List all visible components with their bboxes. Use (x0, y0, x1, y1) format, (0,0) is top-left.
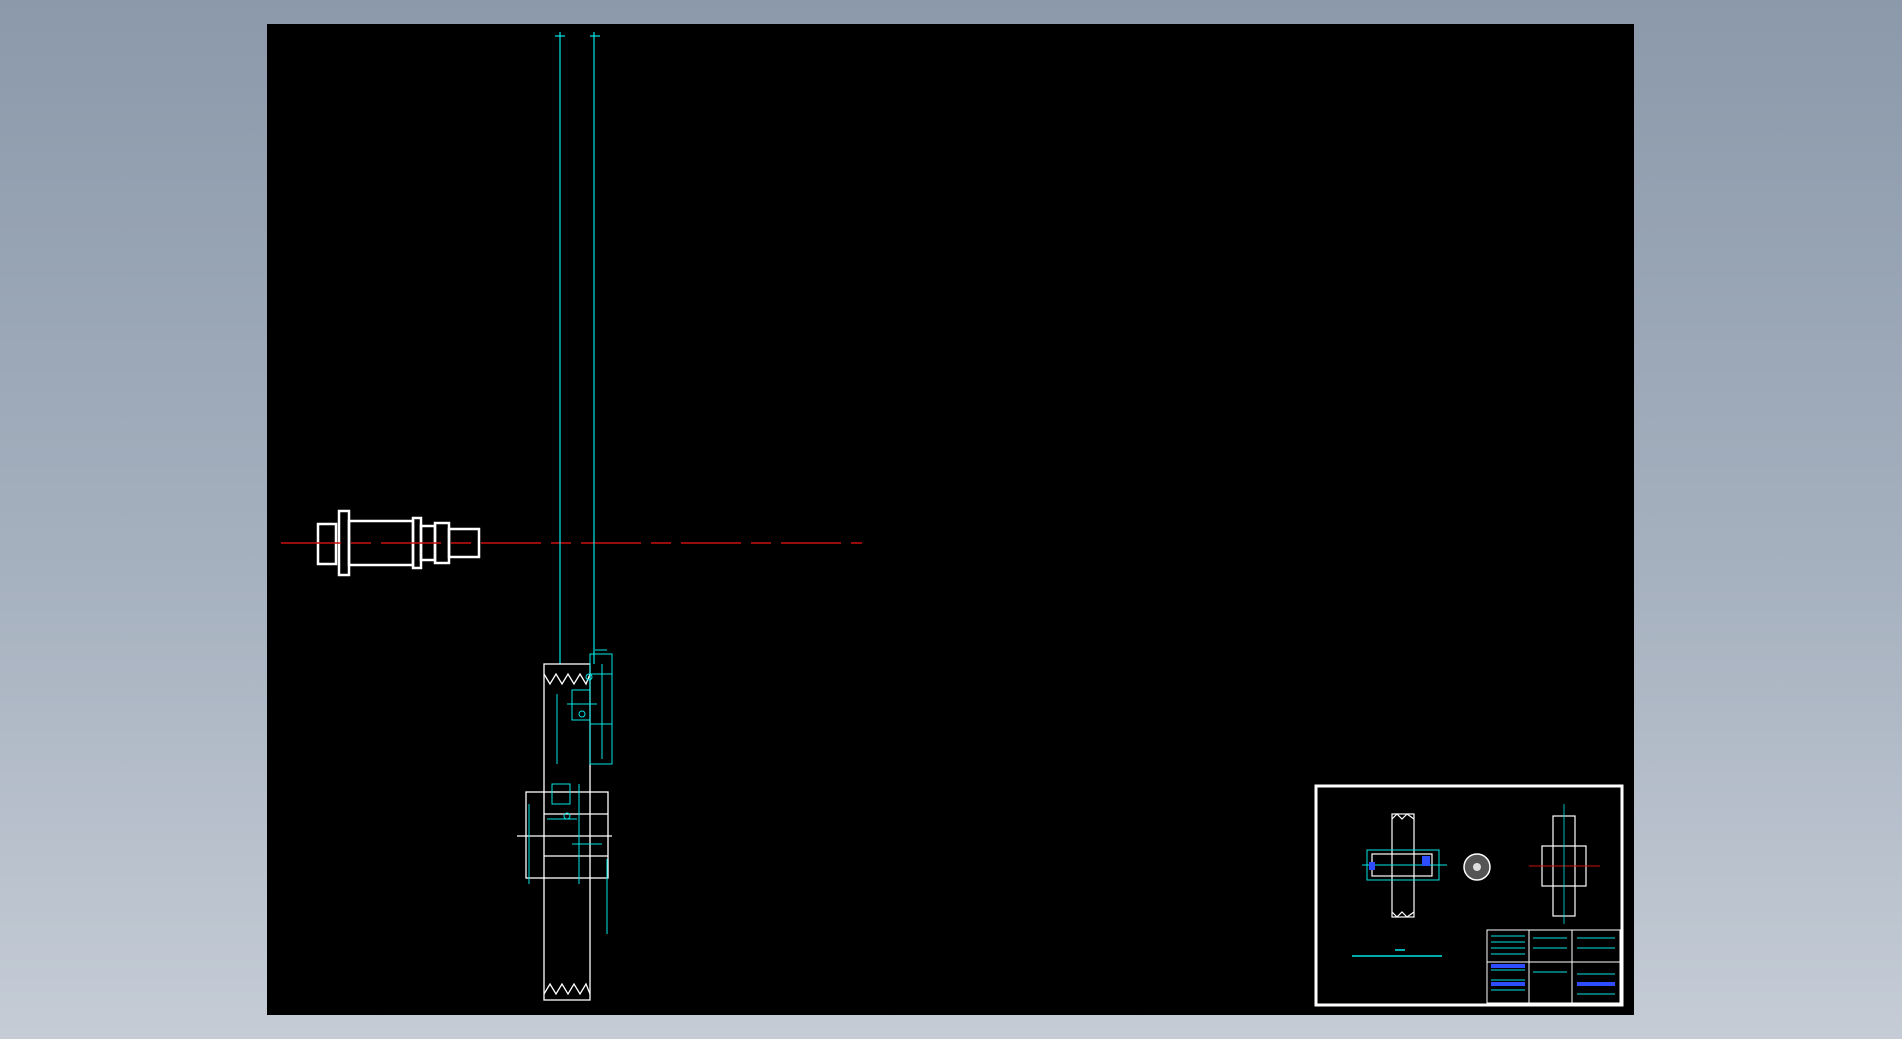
dimension-extension-lines (555, 32, 600, 664)
gear-assembly-section (517, 663, 612, 1001)
cad-drawing-canvas[interactable] (267, 24, 1634, 1015)
sheet-thumbnail[interactable] (1314, 784, 1624, 1007)
drawing-viewport[interactable] (267, 24, 1634, 1015)
